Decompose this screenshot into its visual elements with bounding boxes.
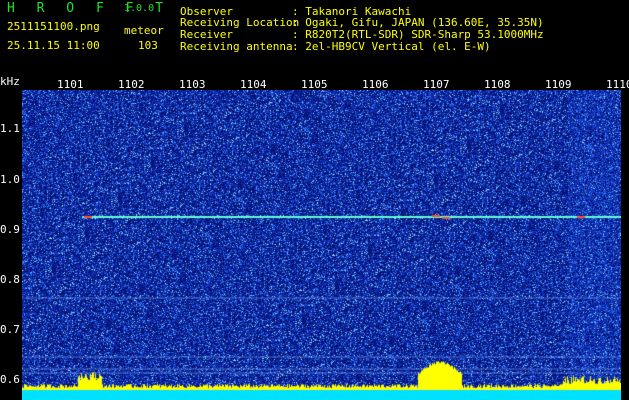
spectrogram-canvas: [22, 90, 621, 400]
info-header: H R O F F T 1.0.0 2511151100.png meteor …: [0, 0, 629, 74]
filename: 2511151100.png: [7, 20, 100, 33]
meteor-count: 103: [138, 39, 158, 52]
freq-tick-label: 1.1: [0, 122, 20, 135]
datetime: 25.11.15 11:00: [7, 39, 100, 52]
freq-tick-label: 0.7: [0, 323, 20, 336]
y-unit-label: kHz: [0, 75, 20, 88]
field-label-antenna: Receiving antenna: [180, 40, 293, 53]
freq-tick-label: 1.0: [0, 173, 20, 186]
freq-tick-label: 0.8: [0, 273, 20, 286]
freq-tick-label: 0.6: [0, 373, 20, 386]
freq-tick-label: 0.9: [0, 223, 20, 236]
mode-label: meteor: [124, 24, 164, 37]
app-version: 1.0.0: [124, 3, 155, 14]
field-value-antenna: : 2el-HB9CV Vertical (el. E-W): [292, 40, 491, 53]
